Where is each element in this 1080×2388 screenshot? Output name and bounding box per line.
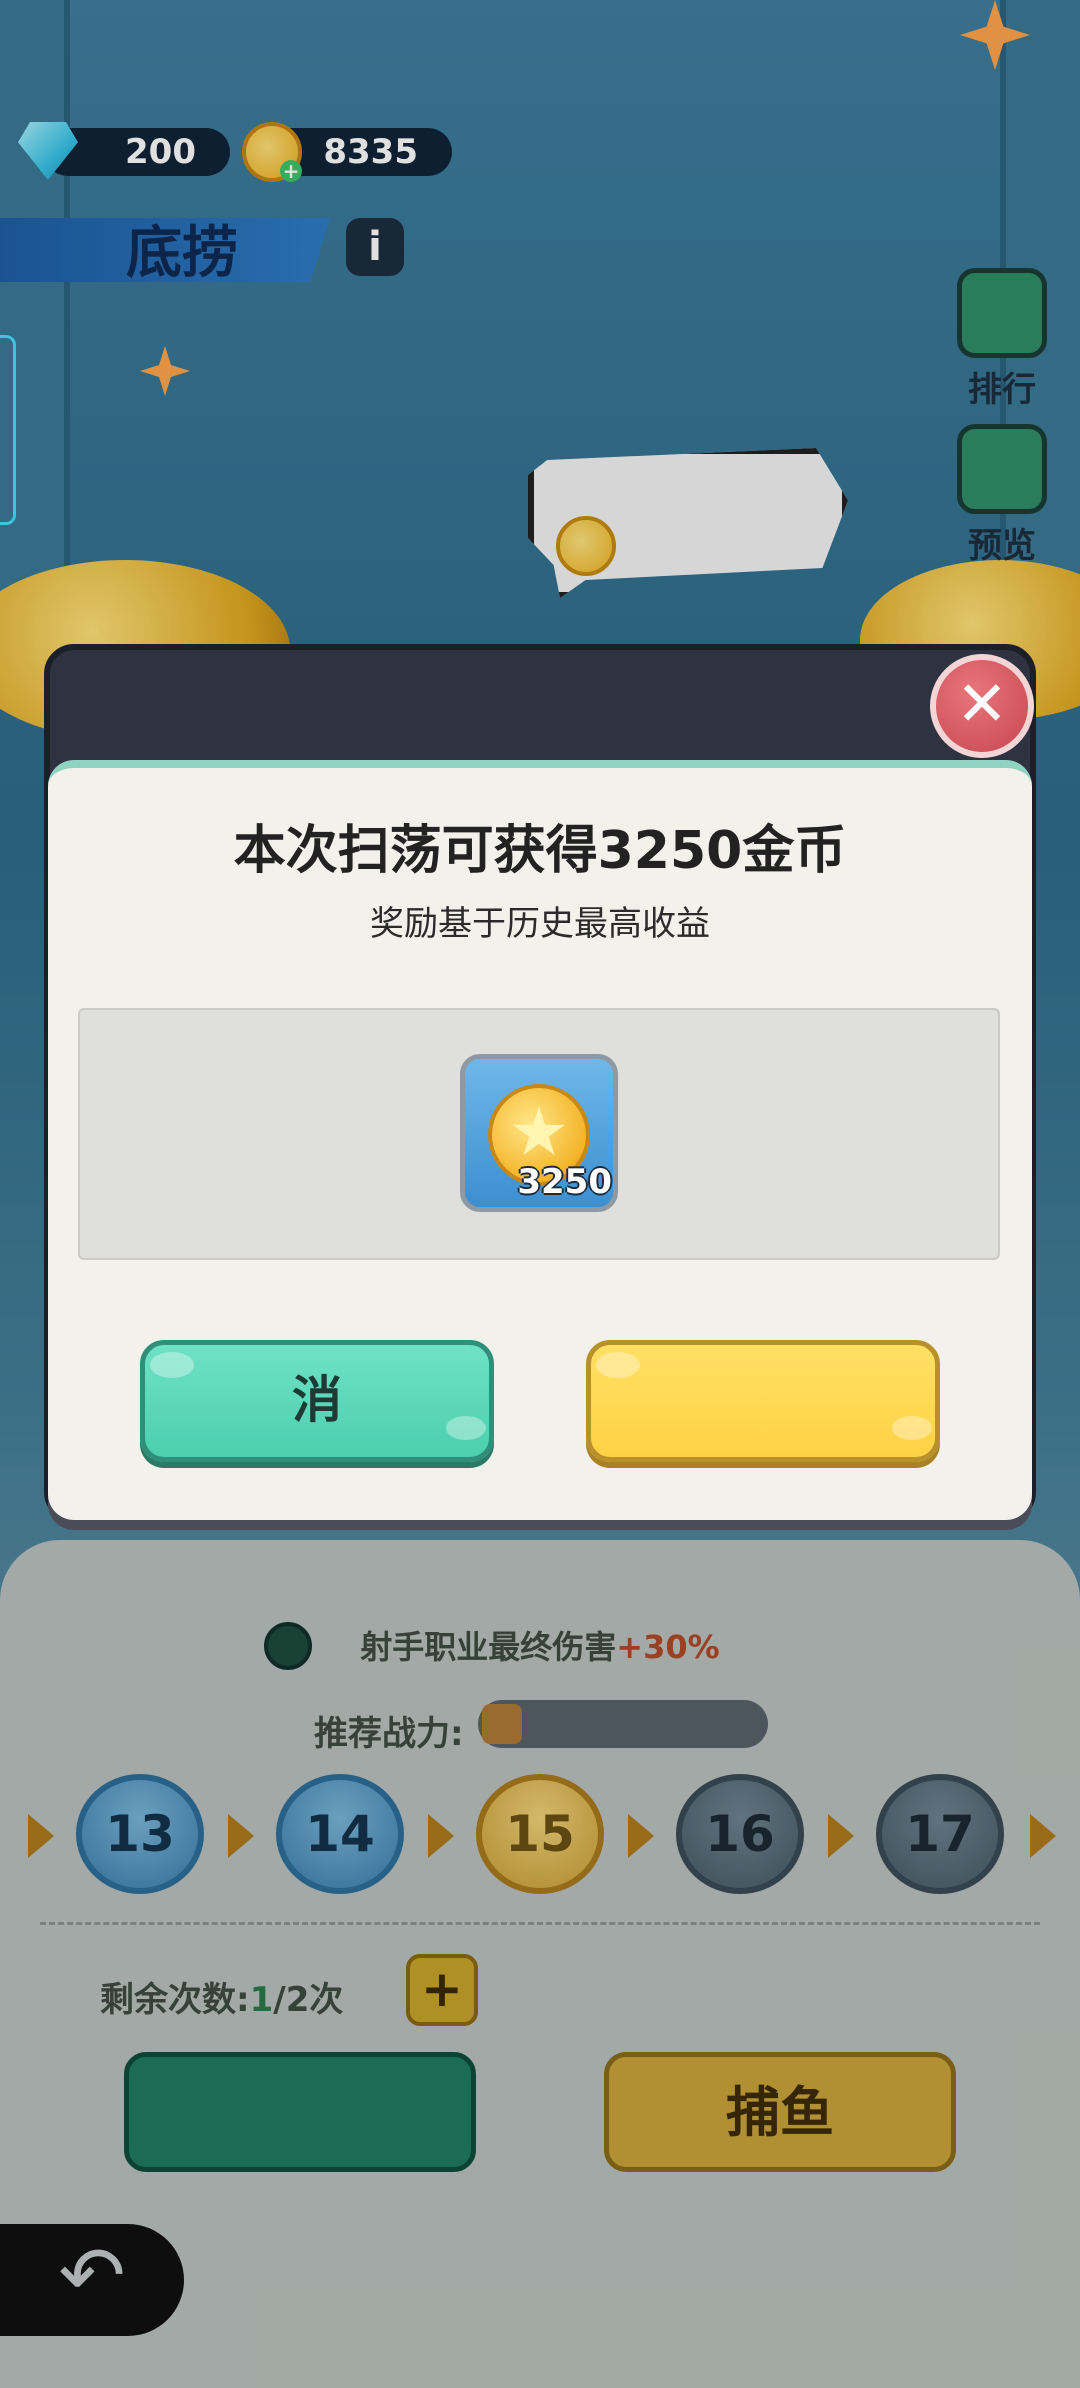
dialog-title: 本次扫荡可获得3250金币 <box>233 821 847 881</box>
close-button[interactable]: ✕ <box>930 654 1034 758</box>
dialog-subtitle: 奖励基于历史最高收益 <box>370 904 710 944</box>
cancel-button[interactable]: 消 <box>140 1340 494 1462</box>
confirm-button[interactable] <box>586 1340 940 1462</box>
button-highlight <box>150 1352 194 1378</box>
button-highlight <box>446 1416 486 1440</box>
button-highlight <box>596 1352 640 1378</box>
button-highlight <box>892 1416 932 1440</box>
cancel-label: 消 <box>292 1371 342 1429</box>
reward-count: 3250 <box>517 1162 612 1202</box>
